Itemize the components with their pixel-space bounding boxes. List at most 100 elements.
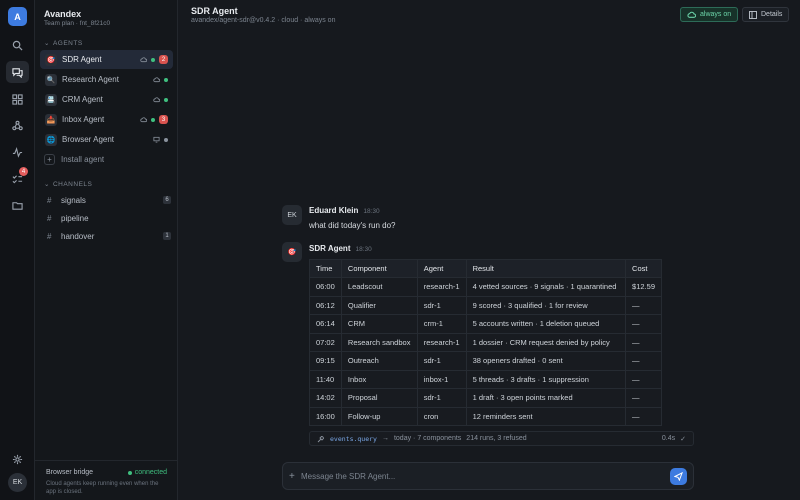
online-status-dot: [151, 57, 155, 62]
table-row: 07:02 Research sandbox research-1 1 dossier…: [309, 332, 662, 352]
table-cell: inbox-1: [416, 369, 467, 389]
table-cell: 06:12: [309, 295, 342, 315]
table-cell: 06:00: [309, 277, 342, 297]
message-input[interactable]: [301, 471, 670, 481]
plan-label: Team plan · fnt_8f21c0: [44, 20, 111, 27]
message-time: 18:30: [363, 208, 380, 215]
table-cell: —: [625, 388, 662, 408]
table-cell: 06:14: [309, 314, 342, 334]
table-cell: 5 accounts written · 1 deletion queued: [465, 314, 627, 334]
table-row: 06:14 CRM crm-1 5 accounts written · 1 dele…: [309, 314, 662, 334]
channels-section-header[interactable]: ⌄ CHANNELS: [44, 180, 92, 189]
table-cell: 4 vetted sources · 9 signals · 1 quarant…: [465, 277, 627, 297]
sidebar-item-crm-agent[interactable]: 📇 CRM Agent: [40, 90, 173, 109]
bridge-note: Cloud agents keep running even when the …: [46, 481, 159, 495]
sidebar-item-inbox-agent[interactable]: 📥 Inbox Agent 3: [40, 110, 173, 129]
tool-call-summary[interactable]: events.query → today · 7 components 214 …: [309, 431, 694, 446]
table-cell: cron: [416, 406, 467, 426]
plus-icon[interactable]: +: [289, 471, 301, 482]
online-status-dot: [164, 77, 168, 82]
table-cell: —: [625, 332, 662, 352]
cloud-icon: [153, 77, 160, 83]
table-cell: Follow-up: [340, 406, 418, 426]
network-icon[interactable]: [6, 114, 29, 136]
chevron-down-icon: ⌄: [44, 40, 50, 47]
org-name: Avandex: [44, 9, 82, 19]
table-cell: 09:15: [309, 351, 342, 371]
table-cell: Qualifier: [340, 295, 418, 315]
table-row: 09:15 Outreach sdr-1 38 openers drafted · 0…: [309, 351, 662, 371]
table-cell: CRM: [340, 314, 418, 334]
channel-item-pipeline[interactable]: # pipeline: [47, 211, 171, 225]
hash-icon: #: [47, 195, 52, 205]
table-cell: Research sandbox: [340, 332, 418, 352]
sidebar-item-research-agent[interactable]: 🔍 Research Agent: [40, 70, 173, 89]
sidebar-item-sdr-agent[interactable]: 🎯 SDR Agent 2: [40, 50, 173, 69]
panel-icon: [749, 10, 757, 19]
channel-item-signals[interactable]: # signals 6: [47, 193, 171, 207]
sidebar-item-browser-agent[interactable]: 🌐 Browser Agent: [40, 130, 173, 149]
table-cell: Proposal: [340, 388, 418, 408]
query-meta: 214 runs, 3 refused: [466, 435, 527, 442]
monitor-icon: [153, 136, 160, 143]
agents-section-header[interactable]: ⌄ AGENTS: [44, 39, 83, 48]
install-agent-button[interactable]: + Install agent: [44, 154, 104, 165]
online-status-dot: [127, 470, 132, 475]
bridge-connection-status: connected: [127, 469, 167, 476]
channel-count: 6: [163, 196, 171, 204]
tasks-icon[interactable]: 4: [6, 167, 29, 189]
column-header: Agent: [416, 259, 467, 278]
table-row: 14:02 Proposal sdr-1 1 draft · 3 open point…: [309, 388, 662, 408]
chevron-down-icon: ⌄: [44, 181, 50, 188]
cloud-icon: [140, 57, 147, 63]
table-header-row: Time Component Agent Result Cost: [309, 259, 662, 278]
column-header: Cost: [625, 259, 662, 278]
chat-icon[interactable]: [6, 61, 29, 83]
search-icon[interactable]: [6, 34, 29, 56]
table-row: 11:40 Inbox inbox-1 5 threads · 3 drafts · …: [309, 369, 662, 389]
table-cell: —: [625, 351, 662, 371]
activity-icon[interactable]: [6, 141, 29, 163]
table-cell: —: [625, 314, 662, 334]
folder-icon[interactable]: [6, 194, 29, 216]
icon-rail: A 4 EK: [0, 0, 35, 500]
user-avatar[interactable]: EK: [8, 473, 27, 492]
card-index-icon: 📇: [45, 93, 57, 106]
table-cell: 16:00: [309, 406, 342, 426]
user-message-avatar: EK: [282, 205, 302, 225]
page-title: SDR Agent: [191, 6, 238, 16]
table-cell: Leadscout: [340, 277, 418, 297]
table-cell: 11:40: [309, 369, 342, 389]
message-composer: +: [282, 462, 694, 490]
send-button[interactable]: [670, 467, 687, 485]
column-header: Time: [309, 259, 342, 278]
unread-count: 3: [159, 115, 168, 124]
grid-icon[interactable]: [6, 88, 29, 110]
table-cell: sdr-1: [416, 351, 467, 371]
table-row: 06:12 Qualifier sdr-1 9 scored · 3 qualifie…: [309, 295, 662, 315]
magnifier-icon: 🔍: [45, 73, 57, 86]
dart-icon: 🎯: [45, 53, 57, 66]
always-on-button[interactable]: always on: [680, 7, 739, 22]
table-cell: sdr-1: [416, 295, 467, 315]
settings-icon[interactable]: [6, 448, 29, 470]
unread-count: 2: [159, 55, 168, 64]
arrow-right-icon: →: [381, 435, 389, 442]
notification-badge: 4: [19, 167, 28, 176]
query-scope: today · 7 components: [393, 435, 462, 442]
table-cell: research-1: [416, 332, 467, 352]
message-author: SDR Agent 18:30: [309, 244, 372, 253]
table-cell: 9 scored · 3 qualified · 1 for review: [465, 295, 627, 315]
tool-icon: [317, 435, 324, 442]
workspace-avatar[interactable]: A: [8, 7, 27, 26]
message-text: what did today's run do?: [309, 221, 396, 230]
channel-item-handover[interactable]: # handover 1: [47, 229, 171, 243]
table-cell: sdr-1: [416, 388, 467, 408]
checkmark-icon: ✓: [680, 435, 686, 443]
hash-icon: #: [47, 213, 52, 223]
message-time: 18:30: [355, 246, 372, 253]
details-button[interactable]: Details: [742, 7, 790, 22]
table-cell: —: [625, 295, 662, 315]
sidebar: Avandex Team plan · fnt_8f21c0 ⌄ AGENTS …: [35, 0, 178, 500]
table-cell: 14:02: [309, 388, 342, 408]
